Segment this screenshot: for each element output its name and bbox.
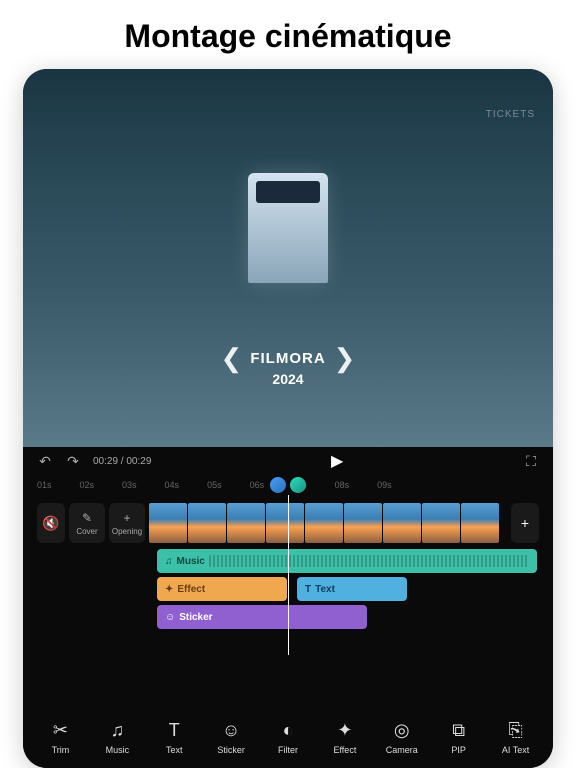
music-tool[interactable]: ♫Music: [90, 711, 145, 763]
scissors-icon: ✂: [53, 719, 68, 741]
laurel-right-icon: ❮: [334, 343, 356, 374]
sticker-icon: ☺: [222, 719, 240, 741]
player-controls: ↶ ↷ 00:29 / 00:29 ▶ ⛶: [23, 447, 553, 475]
cover-button[interactable]: ✎Cover: [69, 503, 105, 543]
undo-button[interactable]: ↶: [37, 453, 53, 469]
pip-icon: ⧉: [452, 719, 465, 741]
ruler-mark: 01s: [37, 480, 52, 490]
clip[interactable]: [422, 503, 460, 543]
camera-tool[interactable]: ◎Camera: [374, 711, 429, 763]
clip[interactable]: [461, 503, 499, 543]
laurel-overlay: ❮ FILMORA ❮ 2024: [221, 343, 356, 387]
clip[interactable]: [383, 503, 421, 543]
music-track[interactable]: ♫Music: [157, 549, 537, 573]
effect-track[interactable]: ✦Effect: [157, 577, 287, 601]
text-tool[interactable]: TText: [147, 711, 202, 763]
video-clips[interactable]: [149, 503, 507, 543]
effect-tool[interactable]: ✦Effect: [317, 711, 372, 763]
playhead[interactable]: [288, 495, 289, 655]
sticker-tool[interactable]: ☺Sticker: [204, 711, 259, 763]
preview-subject: [248, 173, 328, 283]
play-button[interactable]: ▶: [329, 453, 345, 469]
ruler-mark: 06s: [250, 480, 265, 490]
fullscreen-button[interactable]: ⛶: [523, 453, 539, 469]
effect-icon: ✦: [337, 719, 352, 741]
ruler-mark: 02s: [80, 480, 95, 490]
clip[interactable]: [305, 503, 343, 543]
ai-text-icon: ⎘: [508, 719, 522, 741]
ruler-mark: 09s: [377, 480, 392, 490]
time-display: 00:29 / 00:29: [93, 456, 151, 467]
timeline[interactable]: 🔇 ✎Cover +Opening + ♫Music ✦Effect TText…: [23, 495, 553, 706]
trim-tool[interactable]: ✂Trim: [33, 711, 88, 763]
add-clip-button[interactable]: +: [511, 503, 539, 543]
tickets-sign: TICKETS: [486, 109, 535, 120]
device-frame: TICKETS ❮ FILMORA ❮ 2024 ↶ ↷ 00:29 / 00:…: [23, 69, 553, 768]
mute-button[interactable]: 🔇: [37, 503, 65, 543]
text-track[interactable]: TText: [297, 577, 407, 601]
laurel-text: FILMORA: [250, 350, 325, 367]
music-icon: ♫: [111, 719, 125, 741]
redo-button[interactable]: ↷: [65, 453, 81, 469]
clip[interactable]: [227, 503, 265, 543]
ruler-mark: 08s: [335, 480, 350, 490]
clip[interactable]: [188, 503, 226, 543]
time-ruler[interactable]: 01s 02s 03s 04s 05s 06s 07s 08s 09s: [23, 475, 553, 495]
page-headline: Montage cinématique: [124, 18, 451, 55]
camera-icon: ◎: [394, 719, 410, 741]
text-icon: T: [169, 719, 180, 741]
filter-tool[interactable]: ◐Filter: [261, 711, 316, 763]
clip[interactable]: [344, 503, 382, 543]
pip-tool[interactable]: ⧉PIP: [431, 711, 486, 763]
laurel-left-icon: ❮: [221, 343, 243, 374]
video-preview[interactable]: TICKETS ❮ FILMORA ❮ 2024: [23, 69, 553, 447]
filter-icon: ◐: [283, 719, 294, 741]
sticker-track[interactable]: ☺Sticker: [157, 605, 367, 629]
clip[interactable]: [149, 503, 187, 543]
waveform: [209, 555, 529, 567]
opening-button[interactable]: +Opening: [109, 503, 145, 543]
bottom-toolbar: ✂Trim ♫Music TText ☺Sticker ◐Filter ✦Eff…: [23, 706, 553, 768]
keyframe-markers[interactable]: [270, 477, 306, 493]
ruler-mark: 05s: [207, 480, 222, 490]
ruler-mark: 03s: [122, 480, 137, 490]
ruler-mark: 04s: [165, 480, 180, 490]
ai-text-tool[interactable]: ⎘AI Text: [488, 711, 543, 763]
clip[interactable]: [266, 503, 304, 543]
